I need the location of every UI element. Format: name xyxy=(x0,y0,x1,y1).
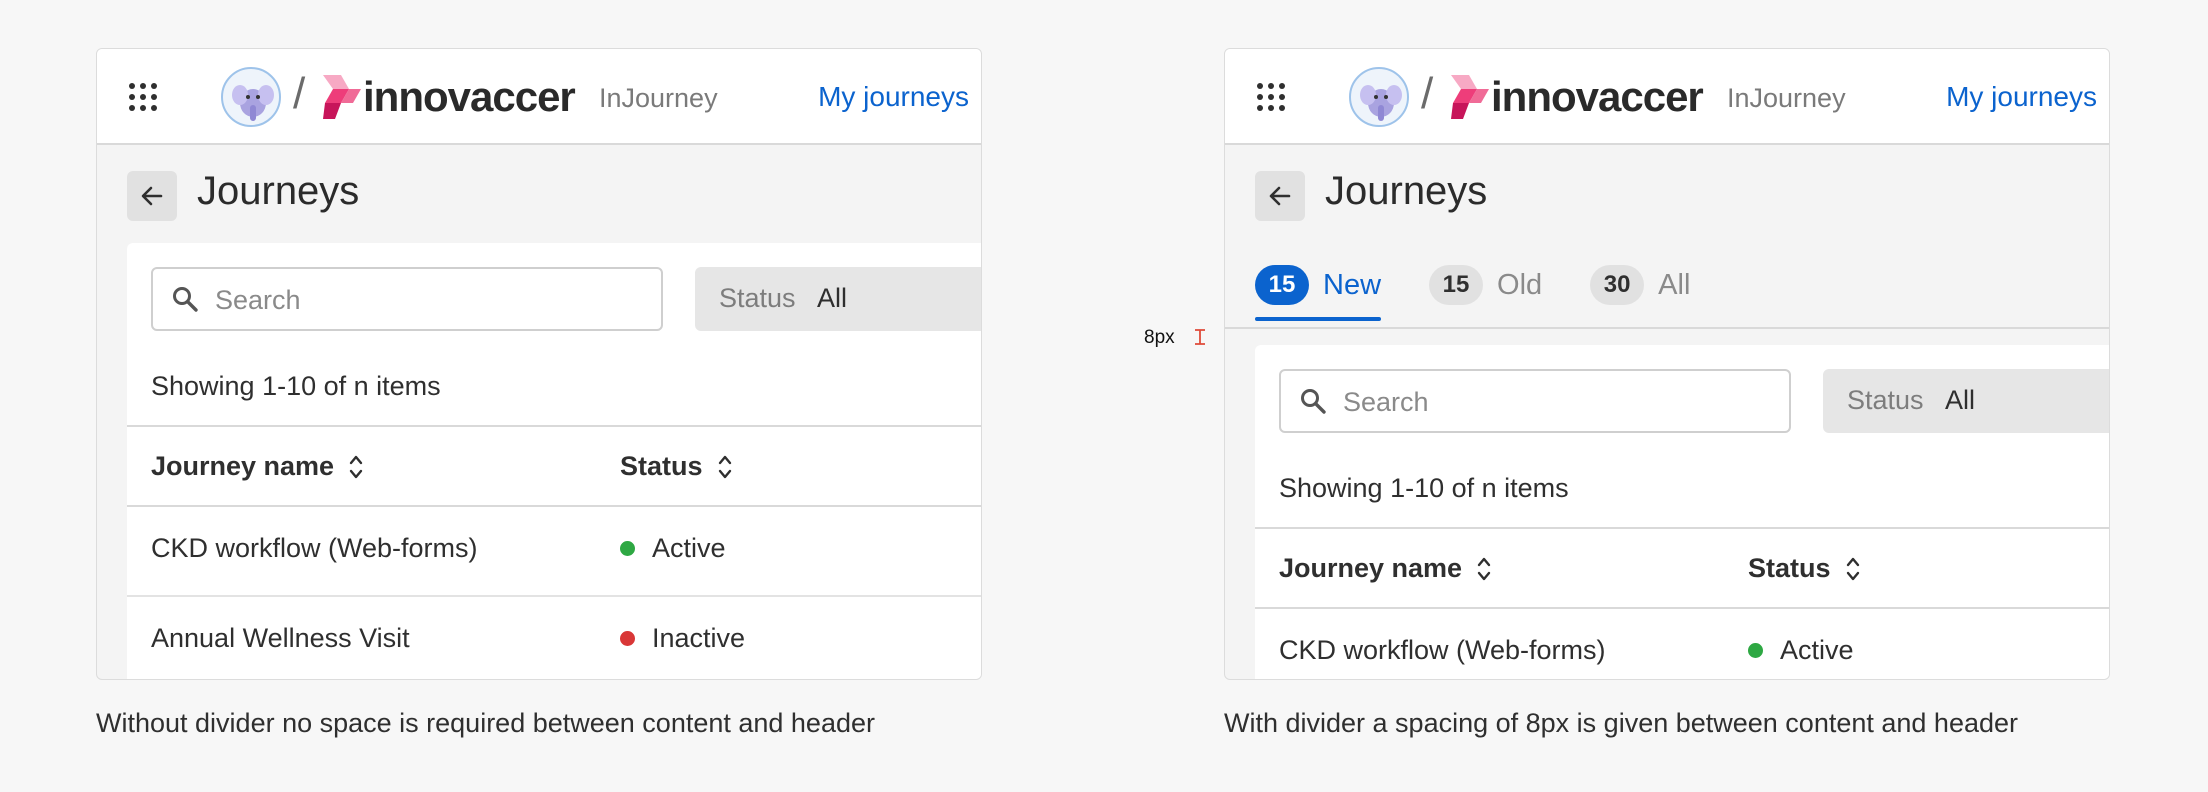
sort-icon[interactable] xyxy=(1845,555,1861,583)
example-without-divider: / innovaccer InJourney My journeys Journ… xyxy=(96,48,982,680)
status-dot-icon xyxy=(1748,643,1763,658)
logo-wordmark: innovaccer xyxy=(1491,73,1704,120)
app-launcher-icon[interactable] xyxy=(1257,83,1285,111)
status-filter-dropdown[interactable]: Status All xyxy=(695,267,981,331)
journey-tabs: 15 New 15 Old 30 All xyxy=(1255,255,1738,321)
org-avatar[interactable] xyxy=(221,67,281,127)
tab-count-badge: 15 xyxy=(1429,265,1484,305)
page-title: Journeys xyxy=(1325,169,1488,213)
sort-icon[interactable] xyxy=(717,453,733,481)
search-icon xyxy=(173,287,198,312)
status-dot-icon xyxy=(620,631,635,646)
tab-old[interactable]: 15 Old xyxy=(1429,255,1542,315)
breadcrumb-separator: / xyxy=(1421,69,1434,118)
tab-label: Old xyxy=(1497,268,1543,301)
arrow-left-icon xyxy=(1269,186,1291,206)
tab-count-badge: 15 xyxy=(1255,265,1309,305)
innovaccer-mark-icon xyxy=(323,75,361,119)
column-label: Status xyxy=(620,451,703,481)
caption-with-divider: With divider a spacing of 8px is given b… xyxy=(1224,708,2018,738)
column-label: Status xyxy=(1748,553,1831,583)
results-summary: Showing 1-10 of n items xyxy=(151,371,441,401)
tab-all[interactable]: 30 All xyxy=(1590,255,1690,315)
results-summary: Showing 1-10 of n items xyxy=(1279,473,1569,503)
table-row[interactable]: CKD workflow (Web-forms) Active xyxy=(127,507,981,597)
page-title: Journeys xyxy=(197,169,360,213)
innovaccer-logo: innovaccer xyxy=(323,73,576,120)
status-cell: Active xyxy=(1748,635,1854,666)
table-header: Journey name Status xyxy=(1255,527,2109,609)
status-dot-icon xyxy=(620,541,635,556)
column-header-status[interactable]: Status xyxy=(620,451,733,482)
breadcrumb-separator: / xyxy=(293,69,306,118)
table-header: Journey name Status xyxy=(127,425,981,507)
column-label: Journey name xyxy=(1279,553,1463,583)
search-input[interactable]: Search xyxy=(151,267,663,331)
content-card: Search Status All Showing 1-10 of n item… xyxy=(127,243,981,679)
product-name: InJourney xyxy=(599,83,718,113)
column-header-journey-name[interactable]: Journey name xyxy=(1279,553,1492,584)
tab-new[interactable]: 15 New xyxy=(1255,255,1382,321)
content-card: Search Status All Showing 1-10 of n item… xyxy=(1255,345,2109,679)
arrow-left-icon xyxy=(141,186,163,206)
my-journeys-link[interactable]: My journeys xyxy=(1946,81,2097,113)
journey-name-cell: CKD workflow (Web-forms) xyxy=(1279,635,1606,665)
search-placeholder: Search xyxy=(215,285,301,315)
journey-name-cell: CKD workflow (Web-forms) xyxy=(151,533,478,563)
sort-icon[interactable] xyxy=(348,453,364,481)
tab-label: All xyxy=(1658,268,1691,301)
tab-label: New xyxy=(1323,268,1382,301)
status-text: Active xyxy=(652,533,726,563)
app-launcher-icon[interactable] xyxy=(129,83,157,111)
status-filter-label: Status xyxy=(719,283,796,313)
status-filter-value: All xyxy=(1945,385,1976,415)
innovaccer-mark-icon xyxy=(1451,75,1489,119)
journey-name-cell: Annual Wellness Visit xyxy=(151,623,410,653)
back-button[interactable] xyxy=(1255,171,1305,221)
status-text: Active xyxy=(1780,635,1854,665)
search-icon xyxy=(1301,389,1326,414)
status-cell: Inactive xyxy=(620,623,745,654)
table-row[interactable]: CKD workflow (Web-forms) Active xyxy=(1255,609,2109,679)
top-navigation: / innovaccer InJourney My journeys xyxy=(97,49,981,145)
search-placeholder: Search xyxy=(1343,387,1429,417)
org-avatar[interactable] xyxy=(1349,67,1409,127)
caption-without-divider: Without divider no space is required bet… xyxy=(96,708,875,738)
column-header-journey-name[interactable]: Journey name xyxy=(151,451,364,482)
status-filter-label: Status xyxy=(1847,385,1924,415)
status-filter-value: All xyxy=(817,283,848,313)
spacing-annotation-label: 8px xyxy=(1144,327,1175,348)
sort-icon[interactable] xyxy=(1476,555,1492,583)
status-filter-dropdown[interactable]: Status All xyxy=(1823,369,2109,433)
column-header-status[interactable]: Status xyxy=(1748,553,1861,584)
tab-count-badge: 30 xyxy=(1590,265,1645,305)
tabs-divider xyxy=(1225,327,2109,329)
innovaccer-logo: innovaccer xyxy=(1451,73,1704,120)
status-cell: Active xyxy=(620,533,726,564)
product-name: InJourney xyxy=(1727,83,1846,113)
top-navigation: / innovaccer InJourney My journeys xyxy=(1225,49,2109,145)
logo-wordmark: innovaccer xyxy=(363,73,576,120)
spacing-measure-icon xyxy=(1195,329,1205,345)
example-with-divider: / innovaccer InJourney My journeys Journ… xyxy=(1224,48,2110,680)
my-journeys-link[interactable]: My journeys xyxy=(818,81,969,113)
search-input[interactable]: Search xyxy=(1279,369,1791,433)
column-label: Journey name xyxy=(151,451,335,481)
table-row[interactable]: Annual Wellness Visit Inactive xyxy=(127,597,981,679)
back-button[interactable] xyxy=(127,171,177,221)
status-text: Inactive xyxy=(652,623,746,653)
